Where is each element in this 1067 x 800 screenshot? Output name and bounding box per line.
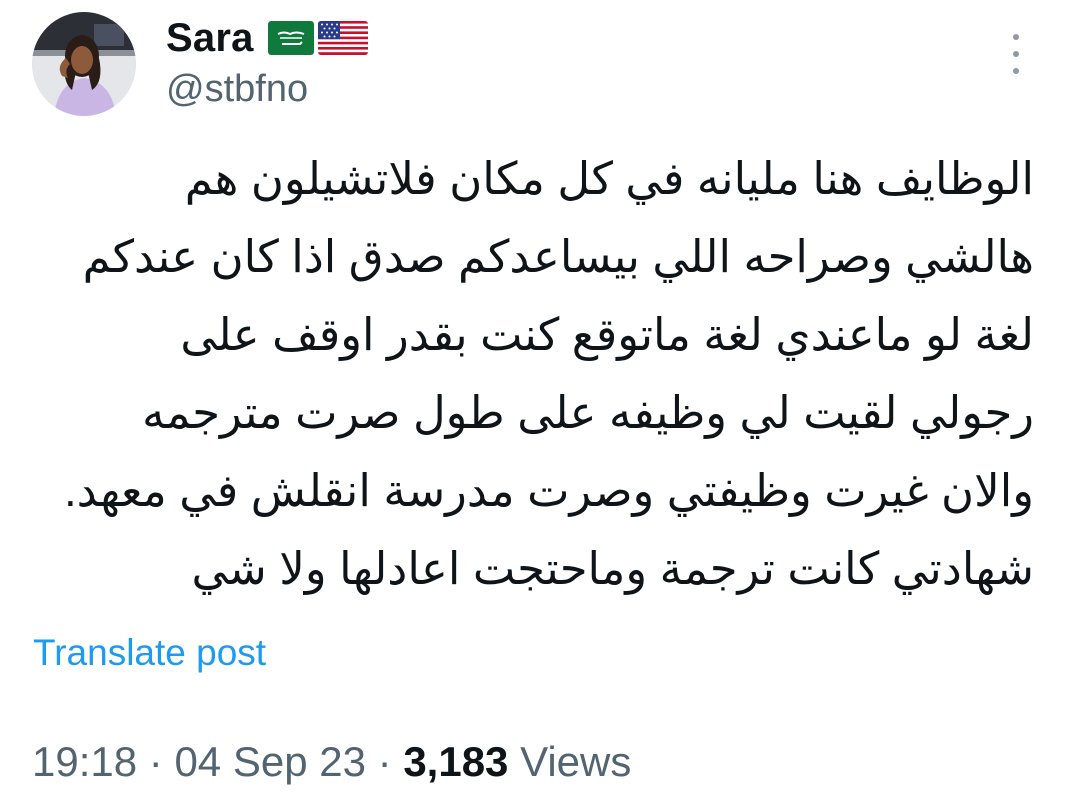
views-count[interactable]: 3,183: [403, 738, 508, 785]
more-dot: [1013, 68, 1019, 74]
views-label: Views: [520, 738, 632, 785]
tweet-text: الوظايف هنا مليانه في كل مكان فلاتشيلون …: [64, 153, 1034, 594]
translate-post-link[interactable]: Translate post: [33, 632, 266, 674]
tweet-time[interactable]: 19:18: [32, 738, 137, 785]
tweet-date[interactable]: 04 Sep 23: [174, 738, 366, 785]
tweet: Sara @stbfno الوظايف هنا مليانه في كل مك…: [0, 0, 1067, 800]
flags: [267, 21, 368, 55]
usa-flag-icon: [317, 21, 368, 55]
meta-separator: ·: [148, 738, 163, 785]
tweet-metadata: 19:18 · 04 Sep 23 · 3,183 Views: [32, 738, 631, 786]
author-name-row: Sara: [166, 14, 368, 62]
more-dot: [1013, 51, 1019, 57]
avatar[interactable]: [32, 12, 136, 116]
saudi-arabia-flag-icon: [267, 21, 314, 55]
meta-separator: ·: [377, 738, 392, 785]
more-dot: [1013, 34, 1019, 40]
more-options-icon[interactable]: [1002, 34, 1030, 74]
author-display-name[interactable]: Sara: [166, 16, 254, 61]
author-handle[interactable]: @stbfno: [166, 68, 308, 111]
